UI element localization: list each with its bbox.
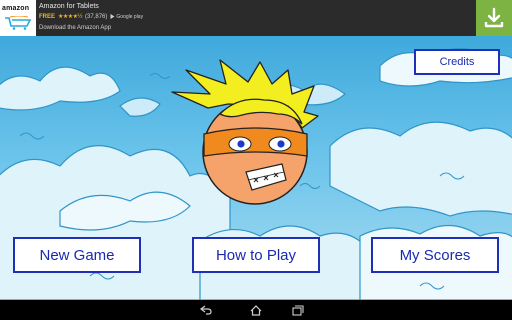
download-button[interactable] [476, 0, 512, 36]
recent-apps-icon [292, 304, 304, 316]
game-menu-screen: Credits New Game How to Play My Scores [0, 36, 512, 300]
home-icon [250, 304, 262, 316]
new-game-button[interactable]: New Game [13, 237, 141, 273]
ad-banner[interactable]: amazon Amazon for Tablets FREE ★★★★½ (37… [0, 0, 512, 36]
back-icon [200, 305, 212, 315]
download-icon [484, 7, 504, 28]
google-play-label: Google play [116, 13, 144, 20]
amazon-logo[interactable]: amazon [0, 0, 36, 36]
recent-apps-button[interactable] [291, 303, 305, 317]
system-navigation-bar [0, 300, 512, 320]
how-to-play-button[interactable]: How to Play [192, 237, 320, 273]
amazon-logo-text: amazon [2, 5, 30, 12]
credits-button[interactable]: Credits [414, 49, 500, 75]
shopping-cart-icon [5, 16, 32, 30]
my-scores-button[interactable]: My Scores [371, 237, 499, 273]
rating-count: (37,876) [85, 13, 108, 20]
ad-rating-row: FREE ★★★★½ (37,876) Google play [39, 13, 143, 21]
google-play-icon [110, 14, 115, 19]
ad-title: Amazon for Tablets [39, 3, 99, 10]
rating-stars: ★★★★½ [58, 14, 83, 20]
home-button[interactable] [249, 303, 263, 317]
masked-boy-head [171, 59, 319, 205]
ad-subtitle: Download the Amazon App [39, 25, 112, 31]
back-button[interactable] [199, 303, 213, 317]
ad-price: FREE [39, 13, 56, 20]
google-play-badge: Google play [110, 14, 143, 20]
